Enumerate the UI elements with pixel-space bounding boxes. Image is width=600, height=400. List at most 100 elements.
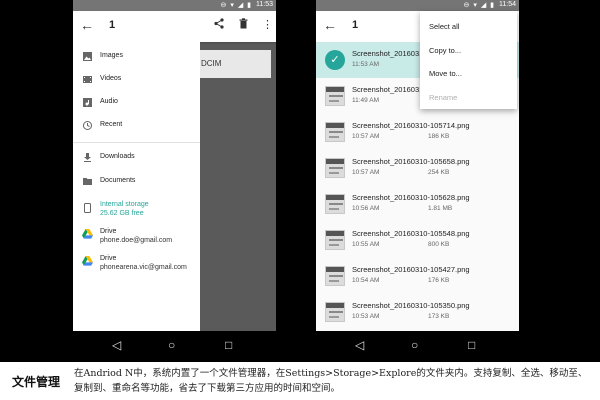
- share-icon[interactable]: [214, 18, 224, 32]
- file-size: 254 KB: [428, 169, 450, 176]
- menu-item-copy-to[interactable]: Copy to...: [429, 46, 461, 55]
- drawer-item-drive-2[interactable]: Drive phonearena.vic@gmail.com: [73, 251, 200, 277]
- file-name: Screenshot_20160310-105548.png: [352, 229, 470, 238]
- nav-recents-icon[interactable]: □: [468, 338, 475, 352]
- selection-count: 1: [109, 19, 116, 31]
- clock-icon: [82, 121, 92, 131]
- file-size: 173 KB: [428, 313, 450, 320]
- account-email: phonearena.vic@gmail.com: [100, 264, 187, 271]
- navigation-drawer: Images Videos Audio Recent Downloads Doc…: [73, 42, 200, 331]
- thumbnail-icon: [325, 86, 345, 106]
- file-time: 10:56 AM: [352, 205, 380, 212]
- thumbnail-icon: [325, 230, 345, 250]
- file-size: 1.81 MB: [428, 205, 453, 212]
- storage-free-text: 25.62 GB free: [100, 210, 144, 217]
- nav-home-icon[interactable]: ○: [168, 338, 175, 352]
- file-name: Screenshot_20160310: [352, 49, 428, 58]
- file-time: 10:55 AM: [352, 241, 380, 248]
- overflow-menu: Select all Copy to... Move to... Rename: [420, 11, 517, 109]
- back-arrow-icon[interactable]: ←: [80, 17, 94, 33]
- nav-back-icon[interactable]: ◁: [355, 338, 364, 352]
- left-phone-screen: ⊖ ▾ ◢ ▮ 11:53 DCIM ← 1 ⋮ Images Videos A…: [73, 0, 276, 362]
- nav-recents-icon[interactable]: □: [225, 338, 232, 352]
- file-row[interactable]: Screenshot_20160310-105350.png 10:53 AM 17…: [316, 294, 519, 330]
- status-icons: ⊖ ▾ ◢ ▮: [463, 2, 495, 9]
- thumbnail-icon: [325, 194, 345, 214]
- drawer-item-label: Recent: [100, 121, 123, 128]
- image-icon: [82, 52, 92, 62]
- file-row[interactable]: Screenshot_20160310-105658.png 10:57 AM 25…: [316, 150, 519, 186]
- file-size: 800 KB: [428, 241, 450, 248]
- more-options-icon[interactable]: ⋮: [262, 18, 273, 31]
- delete-icon[interactable]: [239, 18, 248, 32]
- file-size: 186 KB: [428, 133, 450, 140]
- drawer-item-recent[interactable]: Recent: [73, 117, 200, 139]
- drawer-item-drive-1[interactable]: Drive phone.doe@gmail.com: [73, 224, 200, 250]
- caption-text: 在Andriod N中，系统内置了一个文件管理器，在Settings>Stora…: [74, 368, 588, 394]
- back-arrow-icon[interactable]: ←: [323, 17, 337, 33]
- screenshot-stage: ⊖ ▾ ◢ ▮ 11:53 DCIM ← 1 ⋮ Images Videos A…: [0, 0, 600, 400]
- video-icon: [82, 75, 92, 85]
- file-name: Screenshot_20160310: [352, 85, 428, 94]
- caption-title: 文件管理: [12, 375, 61, 389]
- drawer-item-label: Audio: [100, 98, 118, 105]
- file-size: 176 KB: [428, 277, 450, 284]
- status-icons: ⊖ ▾ ◢ ▮: [220, 2, 252, 9]
- drawer-item-label: Images: [100, 52, 123, 59]
- file-name: Screenshot_20160310-105350.png: [352, 301, 470, 310]
- status-bar: ⊖ ▾ ◢ ▮ 11:53: [73, 0, 276, 11]
- selection-count: 1: [352, 19, 359, 31]
- file-time: 11:49 AM: [352, 97, 379, 104]
- thumbnail-icon: [325, 158, 345, 178]
- drawer-item-label: Documents: [100, 177, 136, 184]
- system-nav-bar: ◁ ○ □: [316, 331, 519, 362]
- drawer-item-documents[interactable]: Documents: [73, 173, 200, 195]
- file-time: 10:53 AM: [352, 313, 380, 320]
- file-time: 11:53 AM: [352, 61, 379, 68]
- drawer-item-downloads[interactable]: Downloads: [73, 149, 200, 171]
- folder-icon: [82, 177, 92, 187]
- drawer-item-videos[interactable]: Videos: [73, 71, 200, 93]
- file-row[interactable]: Screenshot_20160310-105628.png 10:56 AM 1.…: [316, 186, 519, 222]
- drawer-item-label: Drive: [100, 228, 117, 235]
- status-time: 11:54: [499, 1, 516, 8]
- menu-item-move-to[interactable]: Move to...: [429, 69, 462, 78]
- account-email: phone.doe@gmail.com: [100, 237, 173, 244]
- drawer-item-images[interactable]: Images: [73, 48, 200, 70]
- nav-back-icon[interactable]: ◁: [112, 338, 121, 352]
- phone-icon: [82, 203, 92, 213]
- file-name: Screenshot_20160310-105427.png: [352, 265, 470, 274]
- drawer-item-label: Drive: [100, 255, 117, 262]
- drawer-item-internal-storage[interactable]: Internal storage 25.62 GB free: [73, 197, 200, 223]
- system-nav-bar: ◁ ○ □: [73, 331, 276, 362]
- menu-item-select-all[interactable]: Select all: [429, 22, 459, 31]
- drawer-item-label: Internal storage: [100, 201, 149, 208]
- status-time: 11:53: [256, 1, 273, 8]
- file-row[interactable]: Screenshot_20160310-105714.png 10:57 AM 18…: [316, 114, 519, 150]
- checkmark-icon[interactable]: ✓: [325, 50, 345, 70]
- file-row[interactable]: Screenshot_20160310-105548.png 10:55 AM 80…: [316, 222, 519, 258]
- file-name: Screenshot_20160310-105714.png: [352, 121, 470, 130]
- drive-icon: [82, 229, 93, 239]
- drive-icon: [82, 256, 93, 266]
- thumbnail-icon: [325, 122, 345, 142]
- folder-card-dcim: DCIM: [195, 50, 271, 78]
- drawer-item-label: Videos: [100, 75, 122, 82]
- file-row[interactable]: Screenshot_20160310-105427.png 10:54 AM 17…: [316, 258, 519, 294]
- app-bar: ← 1 ⋮: [73, 11, 276, 42]
- file-name: Screenshot_20160310-105658.png: [352, 157, 470, 166]
- nav-home-icon[interactable]: ○: [411, 338, 418, 352]
- thumbnail-icon: [325, 302, 345, 322]
- file-time: 10:57 AM: [352, 169, 380, 176]
- drawer-divider: [73, 142, 200, 143]
- file-time: 10:57 AM: [352, 133, 380, 140]
- download-icon: [82, 153, 92, 163]
- audio-icon: [82, 98, 92, 108]
- menu-item-rename: Rename: [429, 93, 458, 102]
- drawer-item-audio[interactable]: Audio: [73, 94, 200, 116]
- right-phone-screen: ⊖ ▾ ◢ ▮ 11:54 ← 1 ✓ Screenshot_20160310 11…: [316, 0, 519, 362]
- file-name: Screenshot_20160310-105628.png: [352, 193, 470, 202]
- thumbnail-icon: [325, 266, 345, 286]
- drawer-item-label: Downloads: [100, 153, 135, 160]
- status-bar: ⊖ ▾ ◢ ▮ 11:54: [316, 0, 519, 11]
